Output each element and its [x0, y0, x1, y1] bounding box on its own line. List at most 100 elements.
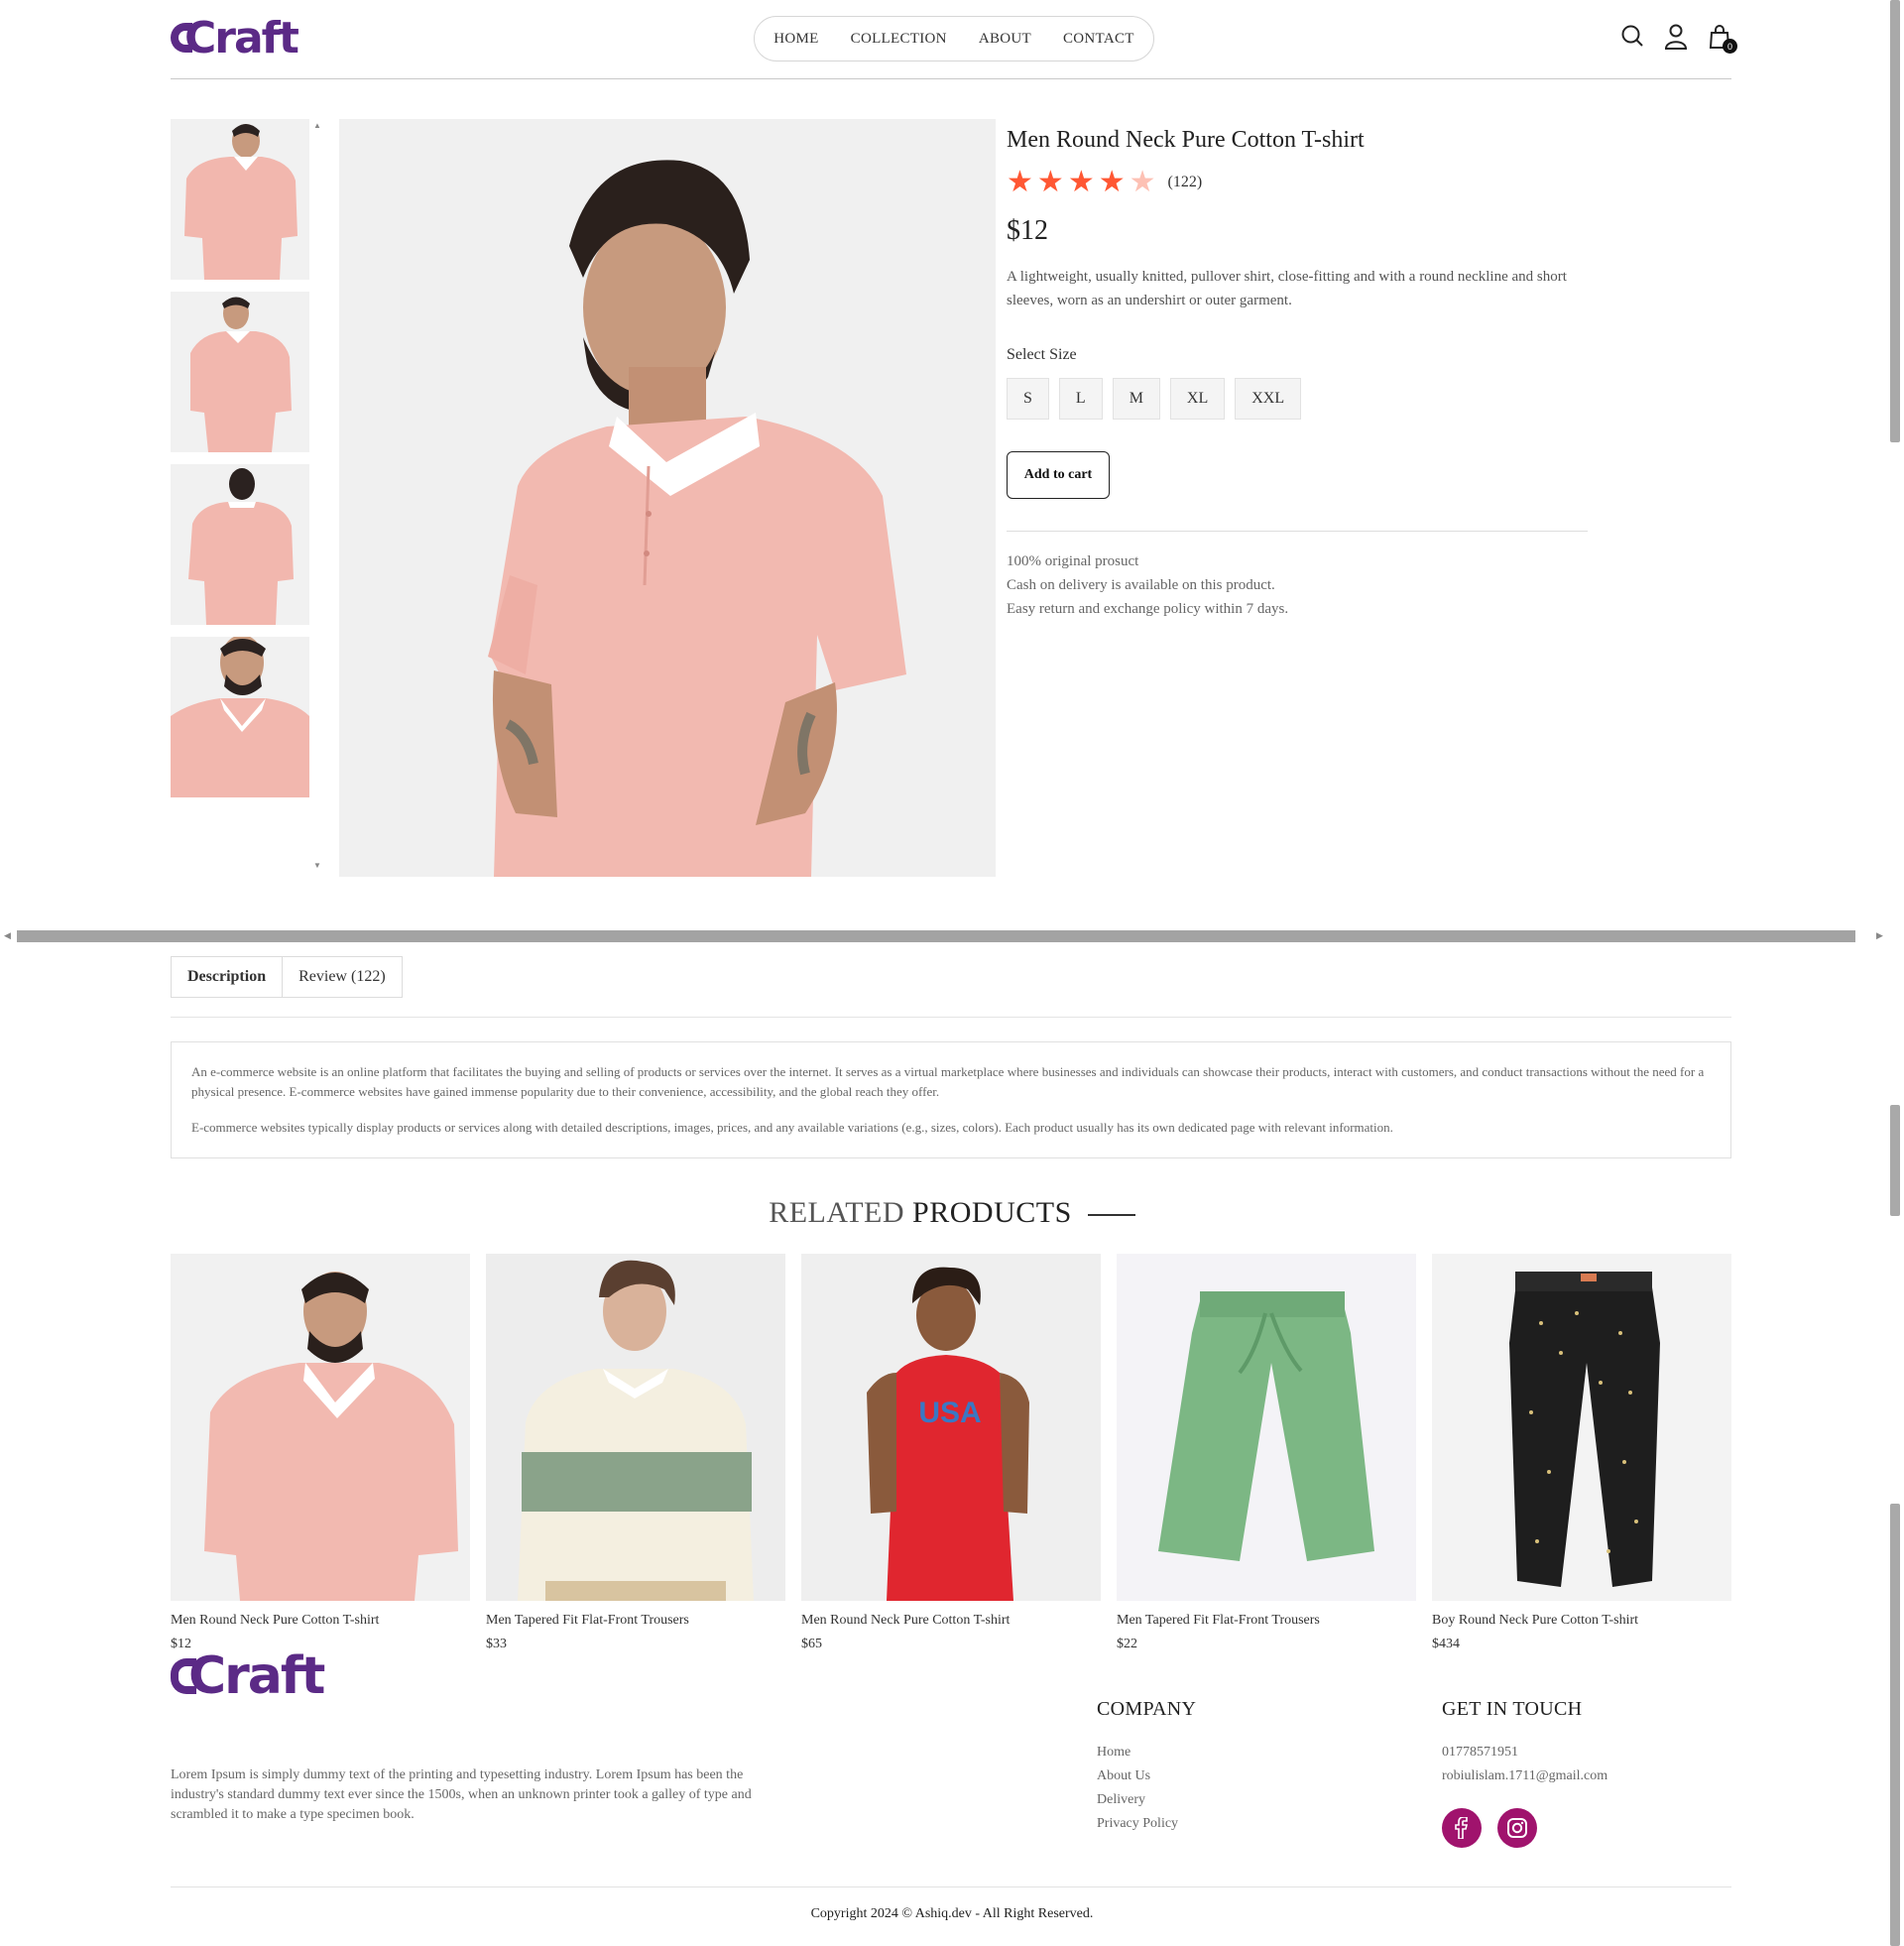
related-products-title: RELATED PRODUCTS	[0, 1196, 1904, 1230]
thumbnail-scrollbar[interactable]: ▲ ▼	[313, 119, 323, 875]
nav-about[interactable]: ABOUT	[979, 31, 1031, 48]
page-scrollbar[interactable]	[1886, 0, 1904, 1946]
product-card-image[interactable]	[486, 1254, 785, 1601]
description-panel: An e-commerce website is an online platf…	[171, 1041, 1731, 1158]
product-thumbnail[interactable]	[171, 292, 309, 452]
star-icon: ★	[1067, 165, 1095, 199]
product-card-name[interactable]: Men Round Neck Pure Cotton T-shirt	[801, 1613, 1101, 1629]
footer-email[interactable]: robiulislam.1711@gmail.com	[1442, 1764, 1607, 1788]
product-price: $12	[1007, 215, 1048, 246]
product-card[interactable]: Men Tapered Fit Flat-Front Trousers $22	[1117, 1254, 1416, 1652]
instagram-icon[interactable]	[1497, 1808, 1537, 1848]
horizontal-scrollbar[interactable]: ◀ ▶	[0, 928, 1904, 944]
product-card-price: $434	[1432, 1637, 1460, 1651]
product-policies: 100% original prosuct Cash on delivery i…	[1007, 549, 1588, 621]
scroll-right-icon[interactable]: ▶	[1876, 930, 1883, 941]
product-card-name[interactable]: Men Tapered Fit Flat-Front Trousers	[1117, 1613, 1416, 1629]
policy-line: 100% original prosuct	[1007, 553, 1139, 569]
footer-link-privacy[interactable]: Privacy Policy	[1097, 1812, 1196, 1836]
size-button-xxl[interactable]: XXL	[1235, 378, 1302, 420]
description-paragraph: An e-commerce website is an online platf…	[191, 1064, 1705, 1099]
logo-text: Craft	[188, 1646, 325, 1706]
star-empty-icon: ★	[1129, 165, 1156, 199]
rating-count: (122)	[1167, 174, 1203, 190]
footer-contact-title: GET IN TOUCH	[1442, 1698, 1583, 1720]
scrollbar-thumb[interactable]	[17, 930, 1855, 942]
main-product-image	[339, 119, 996, 877]
product-card-name[interactable]: Men Tapered Fit Flat-Front Trousers	[486, 1613, 785, 1629]
scrollbar-thumb[interactable]	[1890, 0, 1900, 442]
tab-review[interactable]: Review (122)	[283, 956, 403, 998]
nav-contact[interactable]: CONTACT	[1063, 31, 1134, 48]
product-thumbnail[interactable]	[171, 119, 309, 280]
product-card-name[interactable]: Men Round Neck Pure Cotton T-shirt	[171, 1613, 470, 1629]
product-card-price: $65	[801, 1637, 822, 1651]
footer-contact: GET IN TOUCH 01778571951 robiulislam.171…	[1442, 1698, 1607, 1848]
scroll-down-icon[interactable]: ▼	[313, 861, 321, 870]
product-card-image[interactable]	[1432, 1254, 1731, 1601]
user-icon[interactable]	[1664, 24, 1688, 50]
svg-text:USA: USA	[918, 1397, 981, 1429]
title-bold: PRODUCTS	[912, 1196, 1072, 1229]
logo-text: Craft	[184, 12, 299, 63]
brand-logo[interactable]: Craft	[171, 12, 299, 63]
nav-home[interactable]: HOME	[774, 31, 818, 48]
product-card-image[interactable]	[171, 1254, 470, 1601]
footer-company: COMPANY Home About Us Delivery Privacy P…	[1097, 1698, 1196, 1836]
divider	[1007, 531, 1588, 532]
description-paragraph: E-commerce websites typically display pr…	[191, 1120, 1393, 1135]
product-card[interactable]: Men Tapered Fit Flat-Front Trousers $33	[486, 1254, 785, 1652]
policy-line: Cash on delivery is available on this pr…	[1007, 577, 1275, 593]
title-light: RELATED	[769, 1196, 905, 1229]
scroll-up-icon[interactable]: ▲	[313, 121, 321, 130]
product-title: Men Round Neck Pure Cotton T-shirt	[1007, 127, 1365, 153]
size-button-s[interactable]: S	[1007, 378, 1049, 420]
footer-about-text: Lorem Ipsum is simply dummy text of the …	[171, 1767, 752, 1822]
footer-logo[interactable]: Craft	[171, 1646, 325, 1706]
product-thumbnail[interactable]	[171, 637, 309, 797]
product-tabs: Description Review (122)	[171, 956, 1731, 1018]
title-line	[1087, 1214, 1135, 1217]
add-to-cart-button[interactable]: Add to cart	[1007, 451, 1110, 499]
product-card[interactable]: Men Round Neck Pure Cotton T-shirt $12	[171, 1254, 470, 1652]
cart-count-badge: 0	[1723, 39, 1737, 54]
size-options: S L M XL XXL	[1007, 378, 1588, 420]
star-icon: ★	[1098, 165, 1126, 199]
product-card[interactable]: Boy Round Neck Pure Cotton T-shirt $434	[1432, 1254, 1731, 1652]
footer-divider	[171, 1886, 1731, 1887]
facebook-icon[interactable]	[1442, 1808, 1482, 1848]
size-button-xl[interactable]: XL	[1169, 378, 1226, 420]
footer-link-delivery[interactable]: Delivery	[1097, 1788, 1196, 1812]
search-icon[interactable]	[1620, 24, 1644, 50]
product-thumbnail[interactable]	[171, 464, 309, 625]
scroll-left-icon[interactable]: ◀	[4, 930, 11, 941]
footer-link-home[interactable]: Home	[1097, 1741, 1196, 1764]
site-header: Craft HOME COLLECTION ABOUT CONTACT 0	[171, 0, 1737, 79]
product-description: A lightweight, usually knitted, pullover…	[1007, 269, 1567, 308]
product-rating: ★ ★ ★ ★ ★ (122)	[1007, 168, 1588, 197]
main-nav: HOME COLLECTION ABOUT CONTACT	[754, 16, 1154, 61]
footer-company-title: COMPANY	[1097, 1698, 1197, 1720]
header-actions: 0	[1620, 24, 1737, 54]
footer-link-about[interactable]: About Us	[1097, 1764, 1196, 1788]
product-card-name[interactable]: Boy Round Neck Pure Cotton T-shirt	[1432, 1613, 1731, 1629]
size-button-l[interactable]: L	[1058, 378, 1103, 420]
cart-icon[interactable]: 0	[1708, 24, 1737, 54]
product-card[interactable]: USA Men Round Neck Pure Cotton T-shirt $…	[801, 1254, 1101, 1652]
size-button-m[interactable]: M	[1112, 378, 1160, 420]
product-card-price: $22	[1117, 1637, 1137, 1651]
product-card-image[interactable]	[1117, 1254, 1416, 1601]
social-links	[1442, 1808, 1607, 1848]
footer-phone: 01778571951	[1442, 1745, 1518, 1760]
scrollbar-thumb[interactable]	[1890, 1504, 1900, 1946]
thumbnail-list	[171, 119, 309, 809]
size-label: Select Size	[1007, 346, 1077, 363]
copyright-text: Copyright 2024 © Ashiq.dev - All Right R…	[810, 1906, 1094, 1921]
nav-collection[interactable]: COLLECTION	[851, 31, 947, 48]
product-card-price: $33	[486, 1637, 507, 1651]
star-icon: ★	[1007, 165, 1033, 199]
product-card-image[interactable]: USA	[801, 1254, 1101, 1601]
star-icon: ★	[1036, 165, 1064, 199]
tab-description[interactable]: Description	[171, 956, 284, 998]
policy-line: Easy return and exchange policy within 7…	[1007, 601, 1289, 617]
